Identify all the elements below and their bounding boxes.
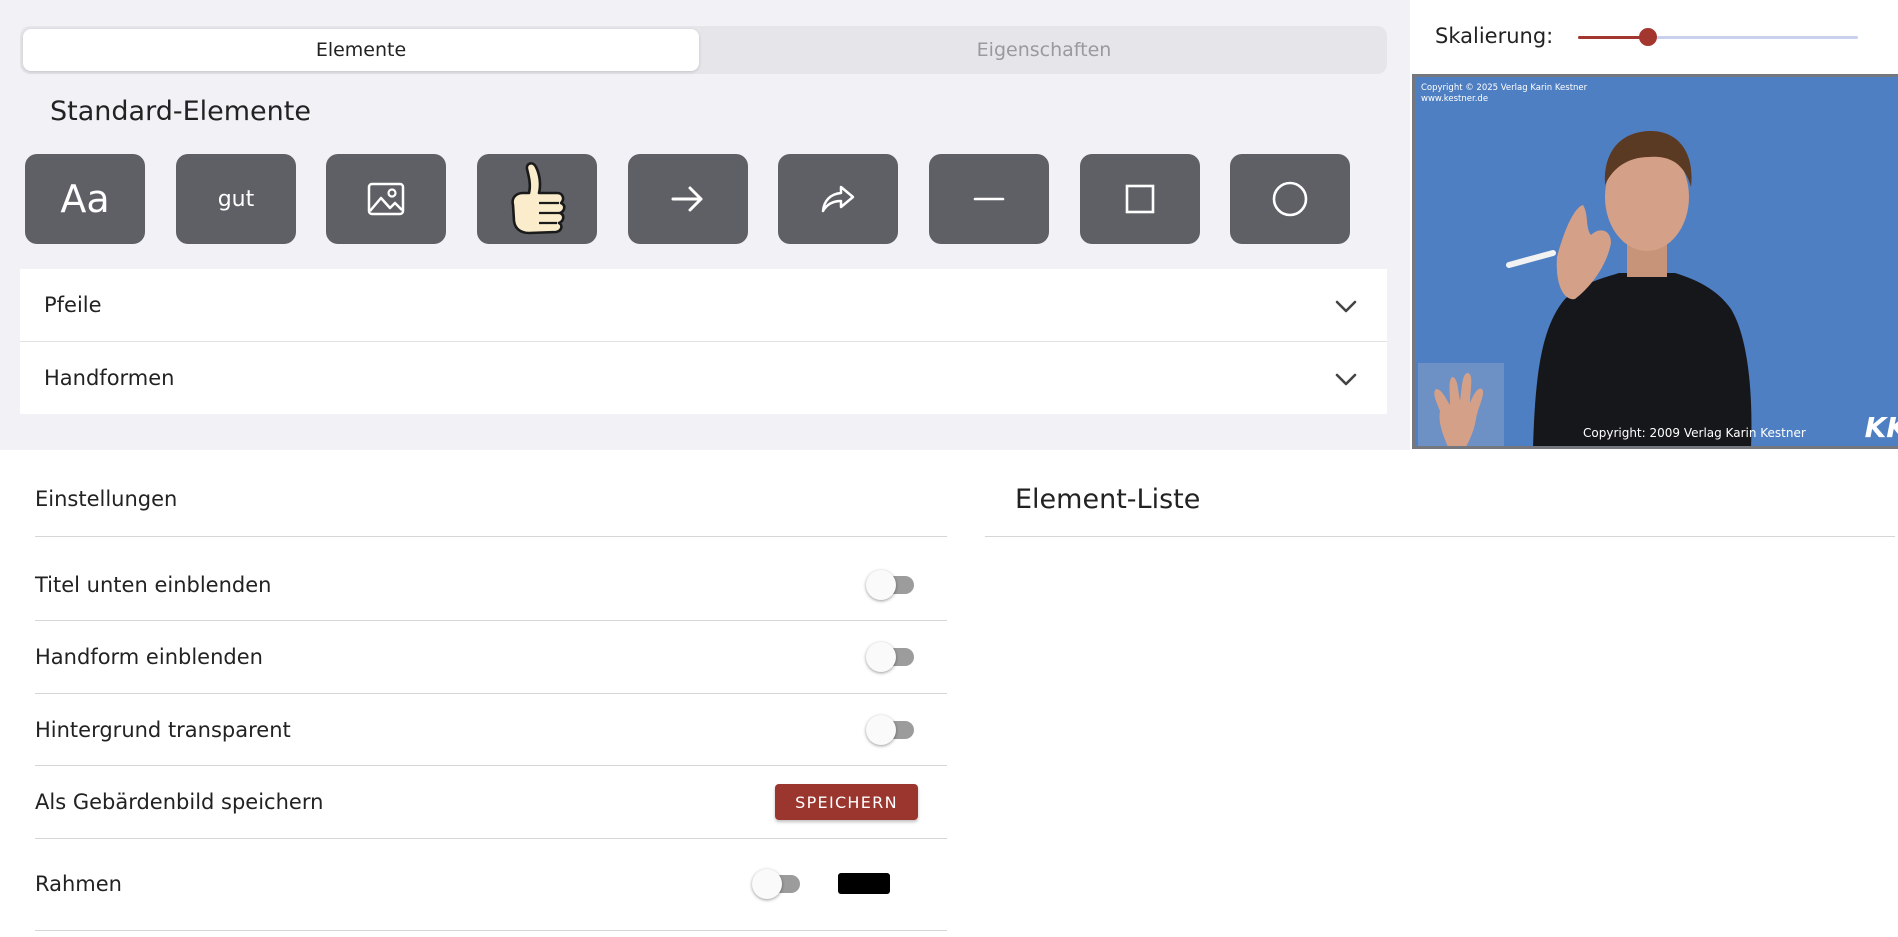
divider [985, 536, 1895, 537]
divider [35, 838, 947, 839]
gloss-element-button[interactable]: gut [176, 154, 296, 244]
handform-thumbnail [1418, 363, 1504, 446]
tab-elemente[interactable]: Elemente [23, 29, 699, 71]
tab-eigenschaften[interactable]: Eigenschaften [705, 29, 1383, 71]
transparent-background-label: Hintergrund transparent [35, 718, 291, 742]
kestner-logo: KK [1864, 411, 1898, 444]
divider [35, 765, 947, 766]
element-list-title: Element-Liste [1015, 484, 1201, 515]
thumbs-up-icon [511, 162, 566, 235]
image-element-button[interactable] [326, 154, 446, 244]
frame-color-swatch[interactable] [838, 873, 890, 894]
toggle-knob [866, 642, 896, 672]
accordion-pfeile[interactable]: Pfeile [20, 269, 1387, 342]
scaling-label: Skalierung: [1435, 24, 1554, 48]
video-copyright-bottom: Copyright: 2009 Verlag Karin Kestner [1583, 426, 1806, 440]
settings-title: Einstellungen [35, 487, 178, 511]
thumbs-up-element-button[interactable] [477, 154, 597, 244]
circle-icon [1272, 181, 1308, 217]
chevron-down-icon [1335, 373, 1357, 386]
divider [35, 620, 947, 621]
scaling-slider-thumb[interactable] [1639, 28, 1657, 46]
text-icon: Aa [60, 177, 110, 221]
transparent-background-toggle[interactable] [866, 713, 918, 747]
text-element-button[interactable]: Aa [25, 154, 145, 244]
title-below-label: Titel unten einblenden [35, 573, 272, 597]
title-below-toggle[interactable] [866, 568, 918, 602]
toggle-knob [866, 715, 896, 745]
save-button[interactable]: SPEICHERN [775, 784, 918, 820]
divider [35, 536, 947, 537]
image-icon [367, 182, 405, 216]
hand-icon [1434, 373, 1484, 446]
scaling-slider[interactable] [1578, 28, 1858, 46]
frame-label: Rahmen [35, 872, 122, 896]
save-as-sign-image-label: Als Gebärdenbild speichern [35, 790, 324, 814]
handform-label: Handform einblenden [35, 645, 263, 669]
arrow-element-button[interactable] [628, 154, 748, 244]
toggle-knob [866, 570, 896, 600]
square-icon [1125, 184, 1155, 214]
arrow-right-icon [671, 186, 703, 212]
line-element-button[interactable] [929, 154, 1049, 244]
toggle-knob [752, 869, 782, 899]
divider [35, 693, 947, 694]
gloss-icon: gut [217, 186, 255, 212]
curved-arrow-element-button[interactable] [778, 154, 898, 244]
curved-arrow-icon [821, 185, 855, 213]
handform-toggle[interactable] [866, 640, 918, 674]
divider [35, 930, 947, 931]
scaling-slider-fill [1578, 36, 1648, 39]
line-icon [973, 197, 1005, 201]
frame-toggle[interactable] [752, 867, 804, 901]
accordion-label: Pfeile [44, 293, 102, 317]
accordion-handformen[interactable]: Handformen [20, 342, 1387, 414]
chevron-down-icon [1335, 300, 1357, 313]
tab-bar: Elemente Eigenschaften [20, 26, 1387, 74]
accordion-label: Handformen [44, 366, 175, 390]
standard-elements-title: Standard-Elemente [50, 96, 311, 127]
video-preview[interactable]: Copyright © 2025 Verlag Karin Kestner ww… [1412, 74, 1898, 449]
circle-element-button[interactable] [1230, 154, 1350, 244]
square-element-button[interactable] [1080, 154, 1200, 244]
